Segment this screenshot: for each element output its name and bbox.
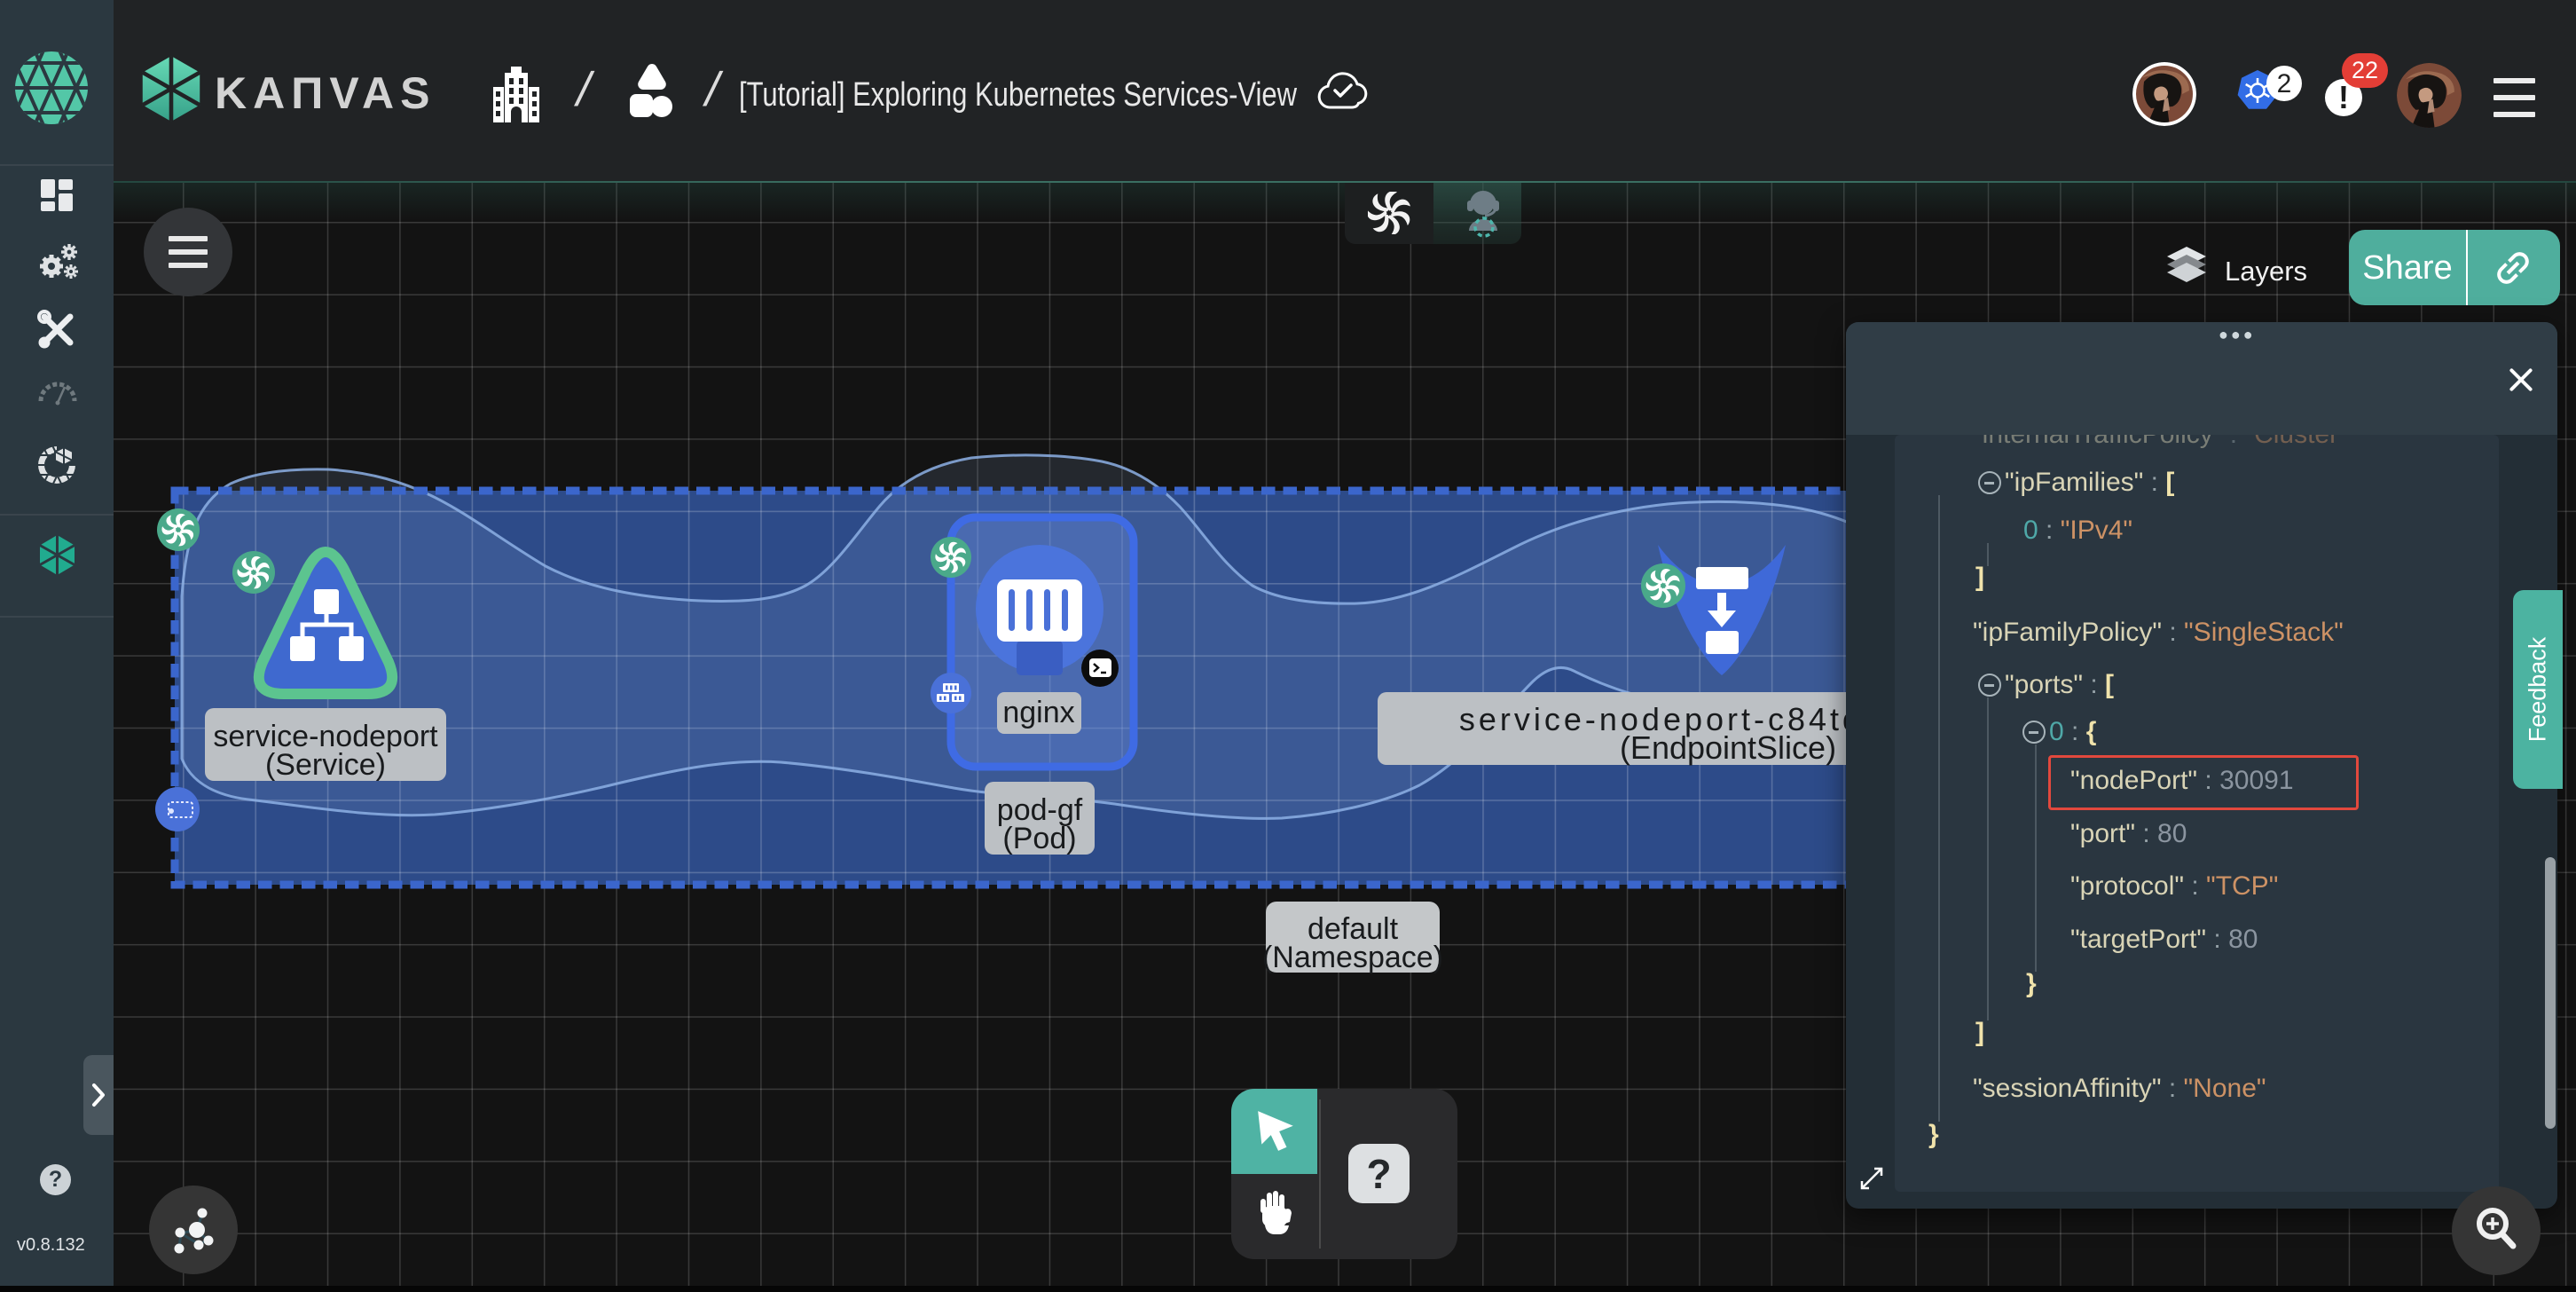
svg-text:22: 22: [2352, 57, 2378, 83]
svg-text:!: !: [2338, 79, 2349, 115]
svg-text:(Pod): (Pod): [1002, 822, 1076, 855]
svg-text:(EndpointSlice): (EndpointSlice): [1620, 729, 1836, 766]
svg-text:(Namespace): (Namespace): [1262, 941, 1443, 974]
svg-text:(Service): (Service): [265, 748, 386, 782]
svg-text:nginx: nginx: [1002, 696, 1074, 729]
svg-text:2: 2: [2277, 69, 2292, 98]
